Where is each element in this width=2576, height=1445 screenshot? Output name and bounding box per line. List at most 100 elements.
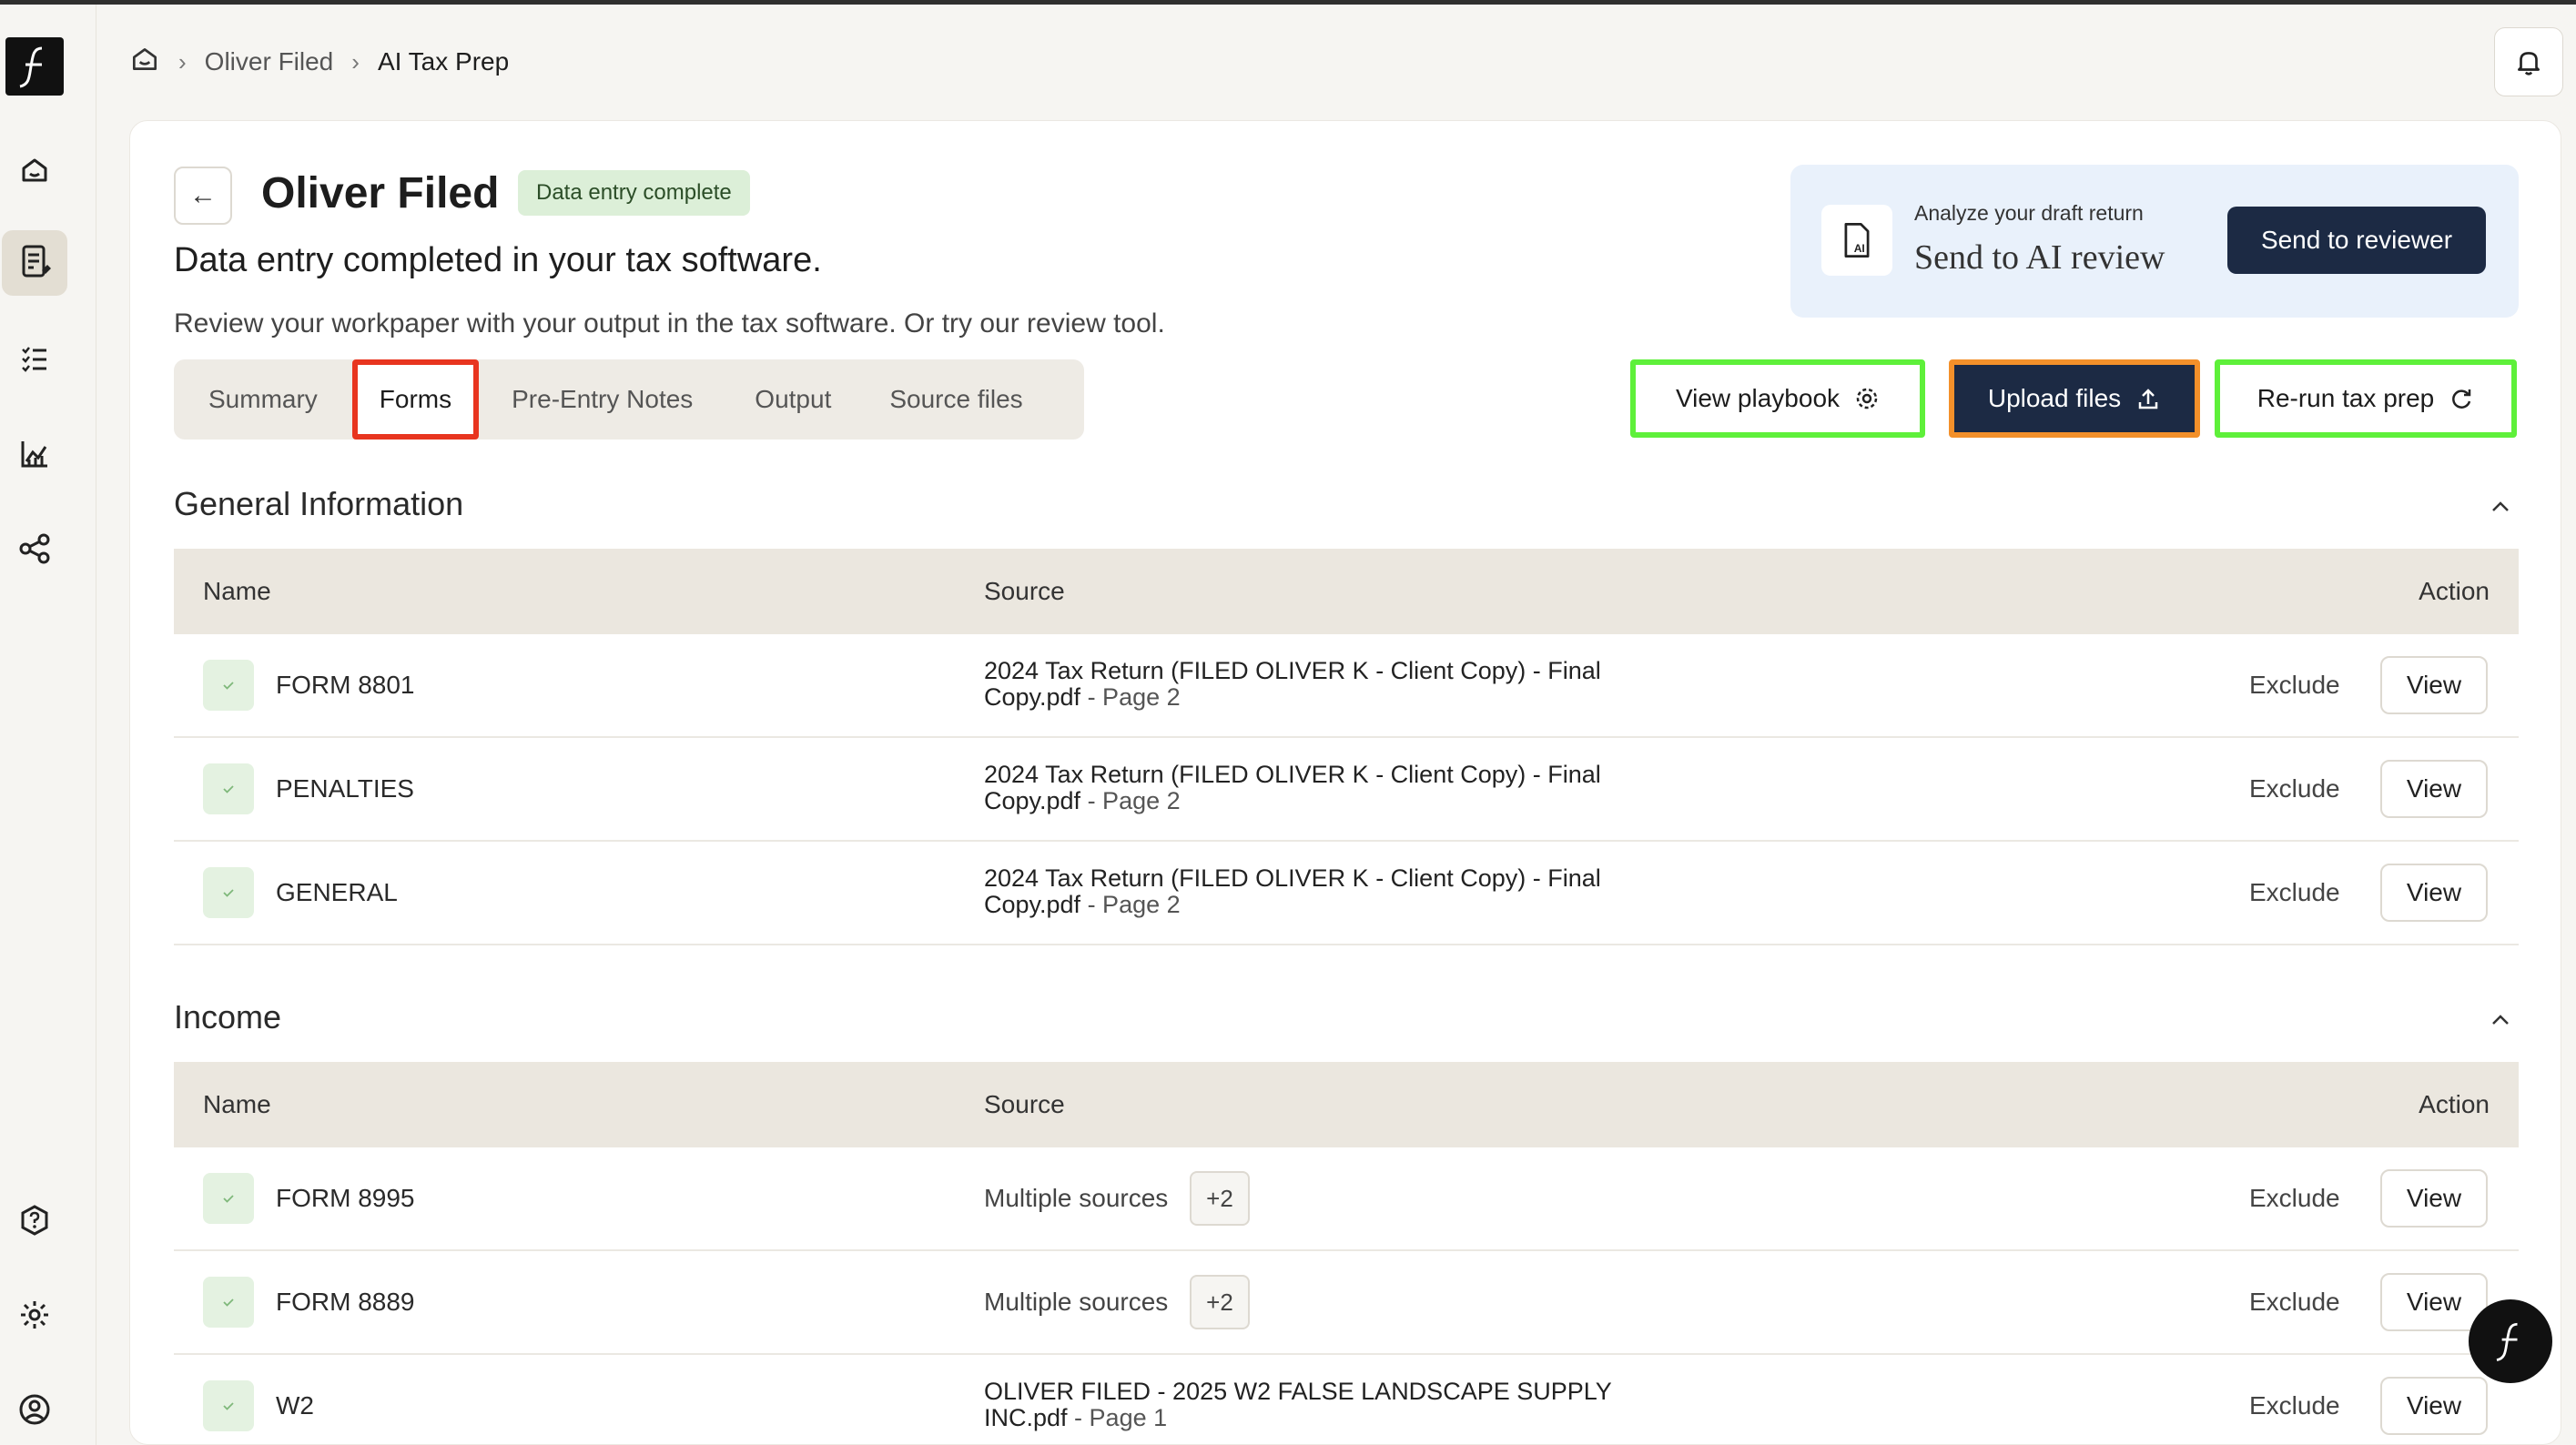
bell-icon [2518,52,2540,76]
source-file-name: 2024 Tax Return (FILED OLIVER K - Client… [984,864,1601,892]
column-header-name: Name [203,577,271,605]
tab-source-files[interactable]: Source files [860,359,1051,440]
source-file-link[interactable]: 2024 Tax Return (FILED OLIVER K - Client… [984,762,1676,814]
headline: Data entry completed in your tax softwar… [174,241,822,279]
breadcrumb-client[interactable]: Oliver Filed [205,47,334,76]
check-icon [203,867,254,918]
app-logo-icon[interactable] [5,37,64,96]
form-name: GENERAL [276,878,398,906]
rerun-tax-prep-button[interactable]: Re-run tax prep [2215,359,2517,438]
source-file-link[interactable]: OLIVER FILED - 2025 W2 FALSE LANDSCAPE S… [984,1379,1676,1431]
table-row: W2 OLIVER FILED - 2025 W2 FALSE LANDSCAP… [174,1355,2519,1444]
chevron-right-icon: › [178,47,187,76]
multiple-sources-label: Multiple sources [984,1184,1169,1212]
account-profile-icon[interactable] [18,1393,51,1426]
check-icon [203,660,254,711]
tab-pre-entry-notes[interactable]: Pre-Entry Notes [479,359,725,440]
breadcrumb-home-icon[interactable] [129,44,160,81]
tab-output[interactable]: Output [725,359,860,440]
exclude-button[interactable]: Exclude [2249,671,2340,700]
share-network-icon[interactable] [18,532,51,565]
table-header: Name Source Action [174,549,2519,634]
more-sources-badge[interactable]: +2 [1190,1171,1250,1226]
collapse-chevron-up-icon[interactable] [2488,494,2513,520]
analytics-icon[interactable] [18,438,51,470]
breadcrumb: › Oliver Filed › AI Tax Prep [129,44,509,80]
exclude-button[interactable]: Exclude [2249,878,2340,907]
table-row: GENERAL 2024 Tax Return (FILED OLIVER K … [174,842,2519,945]
view-button[interactable]: View [2380,1377,2488,1435]
source-file-name-cont: Copy.pdf [984,683,1081,711]
tab-summary[interactable]: Summary [174,359,352,440]
form-name: FORM 8995 [276,1184,415,1212]
assistant-logo-icon [2496,1322,2518,1362]
exclude-button[interactable]: Exclude [2249,1391,2340,1420]
exclude-button[interactable]: Exclude [2249,1288,2340,1317]
table-row: FORM 8801 2024 Tax Return (FILED OLIVER … [174,634,2519,738]
settings-gear-icon[interactable] [18,1298,51,1331]
exclude-button[interactable]: Exclude [2249,1184,2340,1213]
assistant-fab-button[interactable] [2469,1299,2552,1383]
home-icon[interactable] [18,154,51,187]
column-header-action: Action [2419,577,2490,605]
source-page: - Page 2 [1080,683,1181,711]
send-to-reviewer-button[interactable]: Send to reviewer [2227,207,2486,274]
view-button[interactable]: View [2380,864,2488,922]
more-sources-badge[interactable]: +2 [1190,1275,1250,1329]
source-file-link[interactable]: 2024 Tax Return (FILED OLIVER K - Client… [984,865,1676,918]
source-file-name-cont: Copy.pdf [984,787,1081,814]
check-icon [203,1173,254,1224]
upload-icon [2138,389,2158,409]
check-icon [203,763,254,814]
page-title: Oliver Filed [261,169,500,217]
main-panel: ← Oliver Filed Data entry complete Data … [129,120,2561,1445]
view-playbook-button[interactable]: View playbook [1630,359,1925,438]
window-top-edge [0,0,2576,5]
table-row: FORM 8995 Multiple sources +2 Exclude Vi… [174,1147,2519,1251]
refresh-icon [2452,389,2471,409]
upload-files-label: Upload files [1987,384,2122,412]
section-title-general-information: General Information [174,485,464,522]
checklist-icon[interactable] [18,341,51,374]
source-page: - Page 2 [1080,891,1181,918]
source-file-link[interactable]: 2024 Tax Return (FILED OLIVER K - Client… [984,658,1676,711]
view-button[interactable]: View [2380,656,2488,714]
source-file-name: OLIVER FILED - 2025 W2 FALSE LANDSCAPE S… [984,1378,1612,1405]
breadcrumb-current: AI Tax Prep [377,47,510,76]
form-name: FORM 8889 [276,1288,415,1316]
help-icon[interactable] [18,1204,51,1237]
table-row: FORM 8889 Multiple sources +2 Exclude Vi… [174,1251,2519,1355]
exclude-button[interactable]: Exclude [2249,774,2340,803]
column-header-source: Source [984,1090,1065,1118]
collapse-chevron-up-icon[interactable] [2488,1007,2513,1033]
arrow-left-icon: ← [189,180,217,210]
source-file-name: 2024 Tax Return (FILED OLIVER K - Client… [984,761,1601,788]
subtext: Review your workpaper with your output i… [174,308,1165,339]
tab-forms[interactable]: Forms [351,359,480,440]
form-name: W2 [276,1391,314,1420]
chevron-right-icon: › [351,47,360,76]
left-nav-rail [0,5,96,1445]
check-icon [203,1380,254,1431]
view-button[interactable]: View [2380,1273,2488,1331]
notifications-button[interactable] [2494,27,2563,96]
upload-files-button[interactable]: Upload files [1949,359,2200,438]
column-header-action: Action [2419,1090,2490,1118]
ai-review-caption: Analyze your draft return [1914,201,2144,225]
multiple-sources-label: Multiple sources [984,1288,1169,1316]
source-page: - Page 2 [1080,787,1181,814]
view-playbook-label: View playbook [1675,384,1841,412]
form-name: FORM 8801 [276,671,415,699]
gear-icon [1856,388,1878,409]
tax-prep-icon[interactable] [2,230,67,296]
view-button[interactable]: View [2380,760,2488,818]
ai-document-icon: AI [1821,205,1892,276]
column-header-name: Name [203,1090,271,1118]
status-badge: Data entry complete [518,170,750,216]
section-title-income: Income [174,998,282,1036]
view-button[interactable]: View [2380,1169,2488,1228]
rerun-tax-prep-label: Re-run tax prep [2257,384,2435,412]
table-header: Name Source Action [174,1062,2519,1147]
column-header-source: Source [984,577,1065,605]
back-button[interactable]: ← [174,167,232,225]
